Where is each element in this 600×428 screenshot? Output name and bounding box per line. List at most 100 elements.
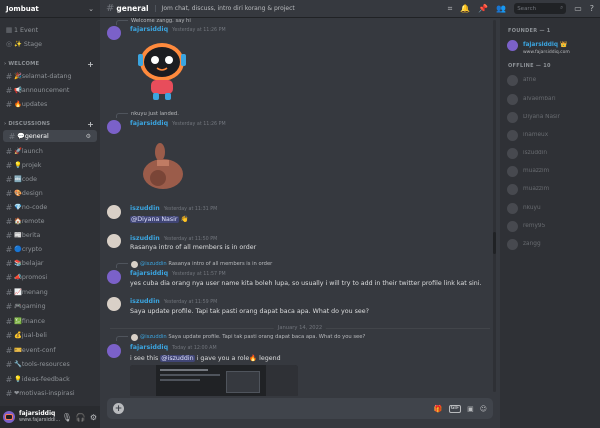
user-mention[interactable]: @Diyana Nasir bbox=[130, 216, 179, 223]
gif-icon[interactable]: GIF bbox=[448, 404, 462, 413]
channel-updates[interactable]: # 🔥updates bbox=[0, 98, 100, 110]
reply-preview[interactable]: nkuyu just landed. bbox=[116, 110, 179, 118]
member-item[interactable]: remy95 bbox=[507, 219, 597, 233]
image-attachment[interactable] bbox=[130, 365, 298, 396]
category-discussions[interactable]: › DISCUSSIONS + bbox=[0, 118, 100, 130]
scrollbar-track[interactable] bbox=[493, 20, 496, 392]
channel-jual-beli[interactable]: # 💰jual-beli bbox=[0, 329, 100, 341]
author-name[interactable]: iszuddin bbox=[130, 235, 160, 242]
hash-icon: # bbox=[5, 244, 13, 254]
threads-icon[interactable]: ⌗ bbox=[448, 4, 453, 14]
member-name: fajarsiddiq 👑 bbox=[523, 42, 568, 48]
reply-preview[interactable]: @iszuddin Saya update profile. Tapi tak … bbox=[116, 333, 365, 341]
search-input[interactable]: Search ⌕ bbox=[514, 3, 567, 14]
author-name[interactable]: iszuddin bbox=[130, 298, 160, 305]
member-item[interactable]: afrie bbox=[507, 73, 597, 87]
channel-settings-icon[interactable]: ⚙ bbox=[86, 133, 91, 140]
message-author[interactable]: iszuddin Yesterday at 11:31 PM bbox=[130, 205, 217, 212]
message-author[interactable]: fajarsiddiq Yesterday at 11:26 PM bbox=[130, 26, 226, 33]
message-composer[interactable]: + 🎁 GIF ▣ ☺ bbox=[107, 398, 493, 419]
reply-preview[interactable]: @iszuddin Rasanya intro of all members i… bbox=[116, 260, 272, 268]
members-icon[interactable]: 👥 bbox=[496, 4, 506, 13]
channel-topic[interactable]: Jom chat, discuss, intro diri korang & p… bbox=[154, 5, 295, 12]
events-item[interactable]: ▦ 1 Event bbox=[0, 24, 100, 36]
channel-motivasi-inspirasi[interactable]: # ❤motivasi-inspirasi bbox=[0, 387, 100, 399]
emoji-icon[interactable]: ☺ bbox=[480, 405, 487, 413]
member-item[interactable]: Diyana Nasir bbox=[507, 110, 597, 124]
channel-design[interactable]: # 🎨design bbox=[0, 187, 100, 199]
author-name[interactable]: fajarsiddiq bbox=[130, 26, 168, 33]
scrollbar-thumb[interactable] bbox=[493, 232, 496, 254]
message-author[interactable]: iszuddin Yesterday at 11:59 PM bbox=[130, 298, 217, 305]
author-name[interactable]: fajarsiddiq bbox=[130, 120, 168, 127]
stage-item[interactable]: ◎ ✨ Stage bbox=[0, 38, 100, 50]
channel-selamat-datang[interactable]: # 🎉selamat-datang bbox=[0, 70, 100, 82]
channel-no-code[interactable]: # 💎no-code bbox=[0, 201, 100, 213]
channel-menang[interactable]: # 📈menang bbox=[0, 286, 100, 298]
avatar bbox=[507, 220, 518, 232]
user-mention[interactable]: @iszuddin bbox=[160, 355, 195, 362]
pin-icon[interactable]: 📌 bbox=[478, 4, 488, 13]
channel-label: 🎫event-conf bbox=[14, 347, 56, 354]
author-name[interactable]: fajarsiddiq bbox=[130, 270, 168, 277]
member-name: Diyana Nasir bbox=[523, 114, 561, 120]
member-item[interactable]: nkuyu bbox=[507, 201, 597, 215]
channel-belajar[interactable]: # 📚belajar bbox=[0, 257, 100, 269]
channel-general[interactable]: # 💬general ⚙ bbox=[3, 130, 97, 142]
inbox-icon[interactable]: ▭ bbox=[574, 4, 582, 13]
channel-announcement[interactable]: # 📢announcement bbox=[0, 84, 100, 96]
channel-remote[interactable]: # 🏠remote bbox=[0, 215, 100, 227]
channel-ideas-feedback[interactable]: # 💡ideas-feedback bbox=[0, 373, 100, 385]
help-icon[interactable]: ? bbox=[590, 4, 594, 13]
add-channel-icon[interactable]: + bbox=[87, 60, 94, 69]
sticker-icon[interactable]: ▣ bbox=[467, 405, 474, 413]
member-item[interactable]: iszuddin bbox=[507, 146, 597, 160]
channel-crypto[interactable]: # 🔵crypto bbox=[0, 243, 100, 255]
microphone-icon[interactable]: 🎙 bbox=[62, 413, 72, 422]
reply-preview[interactable]: Welcome zangg. say hi bbox=[116, 18, 191, 25]
author-name[interactable]: iszuddin bbox=[130, 205, 160, 212]
avatar[interactable] bbox=[3, 411, 15, 423]
hash-icon: # bbox=[5, 272, 13, 282]
add-channel-icon[interactable]: + bbox=[87, 120, 94, 129]
message-author[interactable]: iszuddin Yesterday at 11:50 PM bbox=[130, 235, 217, 242]
channel-projek[interactable]: # 💡projek bbox=[0, 159, 100, 171]
add-attachment-icon[interactable]: + bbox=[113, 403, 124, 414]
channel-berita[interactable]: # 📰berita bbox=[0, 229, 100, 241]
channel-label: 📣promosi bbox=[14, 274, 48, 281]
gift-icon[interactable]: 🎁 bbox=[434, 405, 443, 413]
author-name[interactable]: fajarsiddiq bbox=[130, 344, 168, 351]
category-welcome[interactable]: › WELCOME + bbox=[0, 58, 100, 70]
server-header[interactable]: Jombuat ⌄ bbox=[0, 0, 100, 18]
message-author[interactable]: fajarsiddiq Yesterday at 11:26 PM bbox=[130, 120, 226, 127]
channel-label: 🎮gaming bbox=[14, 303, 46, 310]
avatar[interactable] bbox=[107, 120, 121, 134]
bell-icon[interactable]: 🔔 bbox=[460, 4, 470, 13]
gear-icon[interactable]: ⚙ bbox=[90, 413, 97, 422]
avatar[interactable] bbox=[107, 270, 121, 284]
headphones-icon[interactable]: 🎧 bbox=[76, 413, 86, 422]
avatar[interactable] bbox=[107, 26, 121, 40]
member-item[interactable]: muazzim bbox=[507, 182, 597, 196]
channel-code[interactable]: # 🔤code bbox=[0, 173, 100, 185]
member-item[interactable]: alvaembari bbox=[507, 92, 597, 106]
avatar[interactable] bbox=[107, 344, 121, 358]
channel-event-conf[interactable]: # 🎫event-conf bbox=[0, 344, 100, 356]
channel-promosi[interactable]: # 📣promosi bbox=[0, 271, 100, 283]
member-item[interactable]: muazzim bbox=[507, 164, 597, 178]
message-author[interactable]: fajarsiddiq Today at 12:00 AM bbox=[130, 344, 217, 351]
channel-tools-resources[interactable]: # 🔧tools-resources bbox=[0, 358, 100, 370]
message-author[interactable]: fajarsiddiq Yesterday at 11:57 PM bbox=[130, 270, 226, 277]
member-item[interactable]: inameux bbox=[507, 128, 597, 142]
channel-gaming[interactable]: # 🎮gaming bbox=[0, 300, 100, 312]
avatar[interactable] bbox=[107, 234, 121, 248]
member-item[interactable]: zangg bbox=[507, 237, 597, 251]
avatar[interactable] bbox=[107, 205, 121, 219]
username: fajarsiddiq bbox=[19, 410, 56, 417]
channel-finance[interactable]: # 💹finance bbox=[0, 315, 100, 327]
role-header-offline: OFFLINE — 10 bbox=[508, 63, 551, 69]
chevron-down-icon[interactable]: ⌄ bbox=[88, 5, 94, 13]
channel-launch[interactable]: # 🚀launch bbox=[0, 145, 100, 157]
channel-label: 🎉selamat-datang bbox=[14, 73, 72, 80]
avatar[interactable] bbox=[107, 297, 121, 311]
